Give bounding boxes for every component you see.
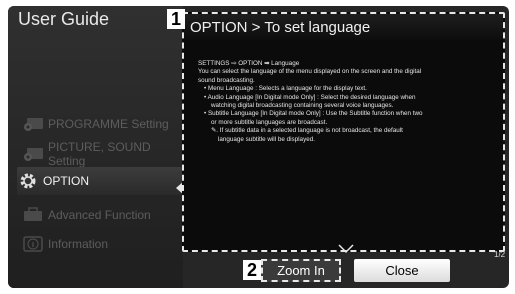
dialog-line: sound broadcasting. [198,76,255,84]
chevron-down-icon[interactable] [338,244,354,254]
dialog-body[interactable]: SETTINGS ⇨ OPTION ➡ Language You can sel… [184,40,503,144]
app-title: User Guide [18,9,110,29]
sidebar-item-picture-sound-setting[interactable]: PICTURE, SOUND Setting [22,140,184,168]
dialog-bullet-continuation: watching digital broadcasting containing… [211,102,394,110]
sidebar-item-label: OPTION [43,174,90,188]
toolbox-icon [22,206,44,224]
dialog-title: OPTION > To set language [184,14,503,40]
zoom-in-button[interactable]: Zoom In [261,259,341,282]
gear-icon [17,172,39,190]
dialog-note-continuation: language subtitle will be displayed. [218,135,315,143]
sidebar-item-label: Advanced Function [48,208,151,222]
dialog-note: ✎. If subtitle data in a selected langua… [211,127,403,135]
tv-settings-icon [22,115,44,133]
user-guide-screen: User Guide PROGRAMME Setting PICTURE, SO… [8,6,509,288]
dialog-bullet: • Subtitle Language [In Digital mode Onl… [204,110,423,118]
sidebar-item-label: Information [48,237,109,251]
dialog-bullet: • Audio Language [In Digital mode Only] … [204,93,416,101]
info-icon [22,235,44,253]
dialog-bullet: • Menu Language : Selects a language for… [204,85,367,93]
sidebar-item-option[interactable]: OPTION [17,167,182,195]
help-dialog: OPTION > To set language SETTINGS ⇨ OPTI… [182,12,505,252]
callout-badge-1: 1 [167,9,185,29]
page-indicator: 1/2 [494,250,506,259]
dialog-bullet-continuation: or more subtitle languages are broadcast… [211,118,328,126]
dialog-breadcrumb: SETTINGS ⇨ OPTION ➡ Language [198,60,300,67]
sidebar-item-programme-setting[interactable]: PROGRAMME Setting [22,110,184,138]
sidebar-item-advanced-function[interactable]: Advanced Function [22,201,184,229]
dialog-line: You can select the language of the menu … [198,68,422,76]
close-button[interactable]: Close [354,259,450,282]
sidebar-item-label: PROGRAMME Setting [48,117,169,131]
callout-badge-2: 2 [243,260,261,280]
sidebar-item-information[interactable]: Information [22,230,184,258]
sidebar: User Guide PROGRAMME Setting PICTURE, SO… [8,6,183,288]
sidebar-item-label: PICTURE, SOUND Setting [48,140,151,168]
picture-sound-icon [22,145,44,163]
